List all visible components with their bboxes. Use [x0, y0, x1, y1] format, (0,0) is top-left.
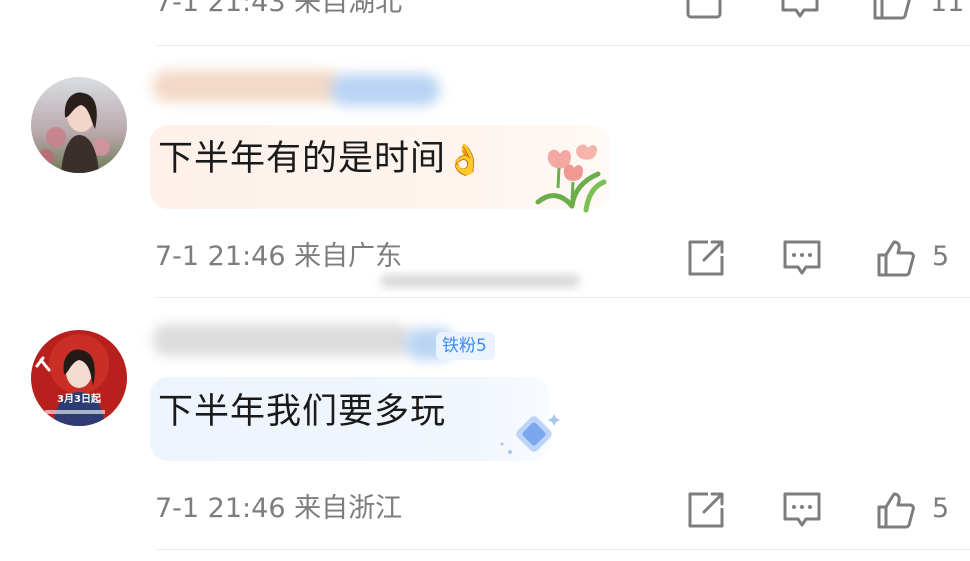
fan-level-badge: 铁粉5 — [436, 332, 495, 360]
like-count: 5 — [932, 493, 950, 524]
comment-icon[interactable] — [782, 490, 822, 530]
avatar[interactable] — [31, 77, 127, 173]
diamond-sticker-icon — [500, 414, 560, 454]
divider — [155, 549, 970, 550]
comment-icon[interactable] — [782, 238, 822, 278]
comment-icon[interactable] — [780, 0, 820, 22]
comment-meta: 7-1 21:46 来自广东 — [155, 241, 403, 272]
comment-meta-partial: 7-1 21:43 来自湖北 — [155, 0, 403, 18]
comment-list: 7-1 21:43 来自湖北 11 下半年有的是时间👌 7-1 21:46 来自… — [0, 0, 970, 561]
avatar[interactable]: 3月3日起 — [31, 330, 127, 426]
avatar-banner-text: 3月3日起 — [57, 392, 102, 405]
ok-hand-emoji-icon: 👌 — [446, 143, 485, 178]
blurred-overlay — [380, 274, 580, 288]
share-icon[interactable] — [685, 0, 725, 22]
comment-text: 下半年我们要多玩 — [158, 392, 447, 432]
tulip-sticker-icon — [535, 144, 607, 213]
like-count: 5 — [932, 241, 950, 272]
share-icon[interactable] — [686, 238, 726, 278]
username-blurred[interactable] — [152, 70, 342, 102]
like-count: 11 — [930, 0, 965, 18]
thumbs-up-icon[interactable] — [872, 0, 912, 22]
comment-text: 下半年有的是时间👌 — [158, 137, 484, 183]
username-blurred[interactable] — [152, 324, 412, 356]
thumbs-up-icon[interactable] — [876, 238, 916, 278]
user-badge-blurred — [330, 74, 440, 106]
share-icon[interactable] — [686, 490, 726, 530]
thumbs-up-icon[interactable] — [876, 490, 916, 530]
divider — [155, 297, 970, 298]
comment-text-content: 下半年有的是时间 — [158, 139, 447, 179]
comment-meta: 7-1 21:46 来自浙江 — [155, 493, 403, 524]
divider — [155, 45, 970, 46]
